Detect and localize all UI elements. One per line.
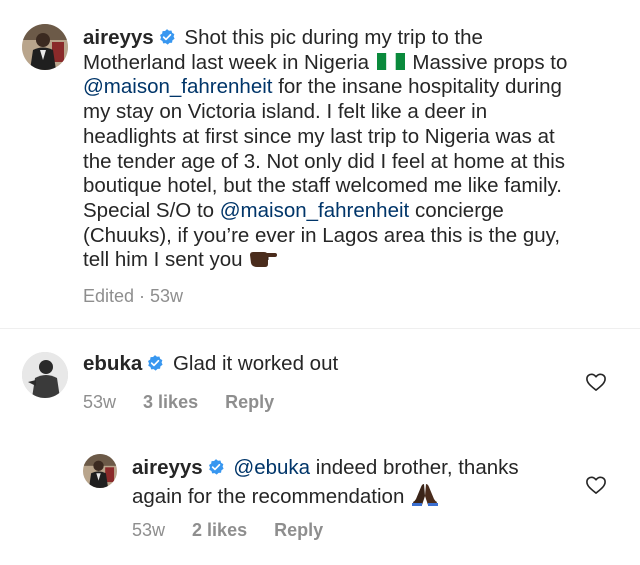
- mention-link[interactable]: @ebuka: [233, 456, 310, 479]
- like-heart-icon[interactable]: [585, 475, 607, 495]
- post-caption: aireyys Shot this pic during my trip to …: [83, 26, 623, 273]
- verified-badge-icon: [148, 355, 163, 371]
- caption-line: Special S/O to: [83, 198, 215, 222]
- avatar-photo-icon: [83, 454, 117, 488]
- reply-text: aireyys @ebuka indeed brother, thanks ag…: [132, 456, 572, 509]
- comment-body: Glad it worked out: [172, 352, 339, 375]
- comment-username[interactable]: ebuka: [83, 352, 142, 375]
- avatar-photo-icon: [22, 24, 68, 70]
- comment-timestamp: 53w: [83, 392, 117, 412]
- caption-line: tell him I sent you: [83, 248, 243, 272]
- comment-likes[interactable]: 3 likes: [143, 392, 198, 412]
- edited-timestamp: Edited · 53w: [83, 286, 184, 306]
- comment-meta: 53w 3 likes Reply: [83, 392, 296, 413]
- caption-line: for the insane hospitality during: [278, 75, 562, 99]
- post-author-avatar[interactable]: [22, 24, 68, 70]
- like-heart-icon[interactable]: [585, 372, 607, 392]
- caption-line: (Chuuks), if you’re ever in Lagos area t…: [83, 223, 561, 247]
- mention-link[interactable]: @maison_fahrenheit: [220, 199, 409, 222]
- caption-line: boutique hotel, but the staff welcomed m…: [83, 174, 562, 198]
- caption-line: the tender age of 3. Not only did I feel…: [83, 149, 566, 173]
- caption-line: concierge: [414, 198, 504, 222]
- reply-timestamp: 53w: [132, 520, 166, 540]
- post-username[interactable]: aireyys: [83, 26, 154, 49]
- comment-text: ebuka Glad it worked out: [83, 352, 563, 377]
- caption-line: Massive props to: [412, 50, 568, 74]
- reply-button[interactable]: Reply: [225, 392, 274, 412]
- post-meta: Edited · 53w: [83, 286, 205, 307]
- reply-username[interactable]: aireyys: [132, 456, 203, 479]
- caption-line: headlights at first since my last trip t…: [83, 124, 555, 148]
- caption-line: Motherland last week in Nigeria: [83, 50, 369, 74]
- verified-badge-icon: [208, 459, 224, 475]
- reply-body: again for the recommendation: [132, 484, 405, 508]
- reply-likes[interactable]: 2 likes: [192, 520, 247, 540]
- divider: [0, 328, 640, 329]
- folded-hands-emoji-icon: [412, 483, 439, 506]
- caption-line: my stay on Victoria island. I felt like …: [83, 100, 488, 124]
- mention-link[interactable]: @maison_fahrenheit: [83, 75, 272, 98]
- nigeria-flag-icon: [376, 52, 405, 70]
- caption-line: Shot this pic during my trip to the: [184, 26, 483, 49]
- reply-meta: 53w 2 likes Reply: [132, 520, 345, 541]
- reply-author-avatar[interactable]: [83, 454, 117, 488]
- avatar-photo-icon: [22, 352, 68, 398]
- comment-author-avatar[interactable]: [22, 352, 68, 398]
- reply-button[interactable]: Reply: [274, 520, 323, 540]
- reply-body: indeed brother, thanks: [315, 456, 519, 479]
- verified-badge-icon: [159, 29, 175, 45]
- pointing-hand-emoji-icon: [250, 252, 278, 268]
